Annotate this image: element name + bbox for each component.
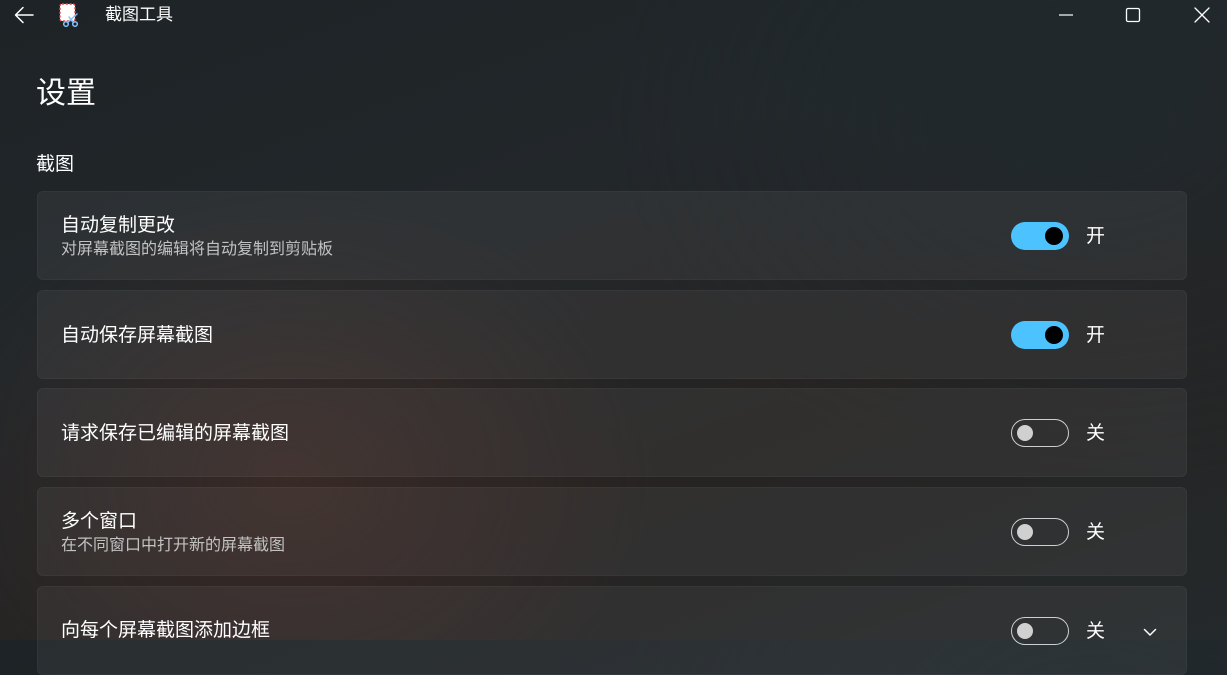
setting-description: 对屏幕截图的编辑将自动复制到剪贴板 (61, 238, 334, 258)
setting-text: 向每个屏幕截图添加边框 (61, 617, 270, 643)
toggle-state-label: 关 (1086, 620, 1106, 642)
setting-text: 自动保存屏幕截图 (61, 291, 213, 378)
add-border-toggle[interactable] (1011, 617, 1069, 645)
toggle-state-label: 关 (1086, 521, 1106, 543)
toggle-state-label: 关 (1086, 422, 1106, 444)
setting-title: 自动保存屏幕截图 (61, 323, 214, 346)
setting-text: 自动复制更改 对屏幕截图的编辑将自动复制到剪贴板 (61, 192, 333, 279)
auto-save-toggle[interactable] (1011, 321, 1069, 349)
maximize-icon (1125, 7, 1141, 23)
setting-card-ask-save-edited: 请求保存已编辑的屏幕截图 关 (37, 388, 1187, 477)
close-icon (1194, 7, 1210, 23)
maximize-button[interactable] (1110, 0, 1156, 30)
auto-copy-toggle[interactable] (1011, 222, 1069, 250)
app-title: 截图工具 (105, 5, 173, 25)
chevron-down-icon[interactable] (1141, 623, 1159, 641)
minimize-icon (1059, 14, 1073, 16)
title-bar: 截图工具 (0, 0, 1227, 32)
setting-title: 请求保存已编辑的屏幕截图 (61, 421, 290, 444)
back-button[interactable] (10, 2, 38, 28)
toggle-knob (1045, 227, 1063, 245)
setting-card-auto-save: 自动保存屏幕截图 开 (37, 290, 1187, 379)
setting-title: 自动复制更改 (61, 213, 176, 236)
minimize-button[interactable] (1043, 0, 1089, 30)
multiple-windows-toggle[interactable] (1011, 518, 1069, 546)
setting-card-auto-copy: 自动复制更改 对屏幕截图的编辑将自动复制到剪贴板 开 (37, 191, 1187, 280)
setting-text: 请求保存已编辑的屏幕截图 (61, 389, 289, 476)
ask-save-edited-toggle[interactable] (1011, 419, 1069, 447)
toggle-knob (1017, 524, 1033, 540)
setting-description: 在不同窗口中打开新的屏幕截图 (61, 534, 286, 554)
setting-card-multiple-windows: 多个窗口 在不同窗口中打开新的屏幕截图 关 (37, 487, 1187, 576)
setting-title: 向每个屏幕截图添加边框 (61, 619, 271, 641)
toggle-knob (1017, 623, 1033, 639)
setting-title: 多个窗口 (61, 509, 138, 532)
snipping-tool-icon (58, 3, 82, 28)
close-button[interactable] (1179, 0, 1225, 30)
section-title: 截图 (36, 153, 75, 175)
arrow-left-icon (14, 6, 34, 24)
toggle-knob (1045, 326, 1063, 344)
toggle-state-label: 开 (1086, 324, 1106, 346)
toggle-knob (1017, 425, 1033, 441)
toggle-state-label: 开 (1086, 225, 1106, 247)
setting-card-add-border[interactable]: 向每个屏幕截图添加边框 关 (37, 586, 1187, 675)
setting-text: 多个窗口 在不同窗口中打开新的屏幕截图 (61, 488, 285, 575)
page-title: 设置 (36, 76, 96, 111)
